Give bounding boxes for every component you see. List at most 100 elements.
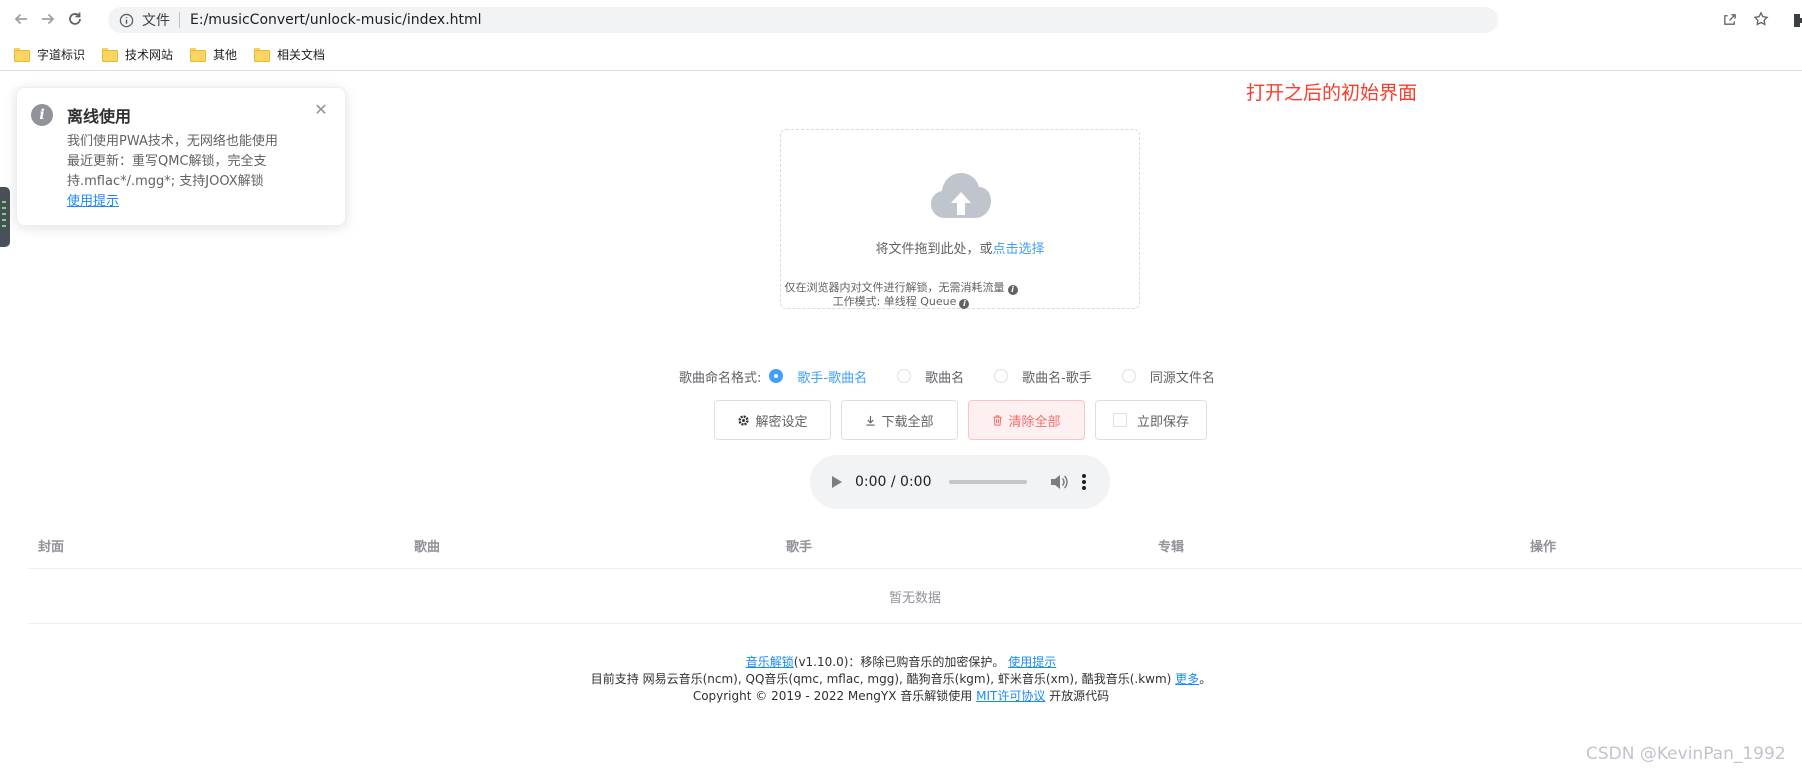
- folder-icon: [14, 48, 30, 62]
- download-all-button[interactable]: 下载全部: [841, 400, 958, 440]
- url-text[interactable]: E:/musicConvert/unlock-music/index.html: [190, 12, 482, 28]
- folder-icon: [254, 48, 271, 62]
- more-link[interactable]: 更多: [1175, 672, 1199, 686]
- bookmark-folder[interactable]: 字道标识: [14, 46, 85, 63]
- footer-line: 目前支持 网易云音乐(ncm), QQ音乐(qmc, mflac, mgg), …: [0, 671, 1802, 688]
- button-label: 下载全部: [881, 414, 934, 430]
- player-time: 0:00 / 0:00: [855, 474, 932, 490]
- offline-notification: i 离线使用 ✕ 我们使用PWA技术，无网络也能使用 最近更新：重写QMC解锁，…: [16, 87, 346, 226]
- share-icon: [1723, 13, 1736, 25]
- address-bar[interactable]: 文件 E:/musicConvert/unlock-music/index.ht…: [108, 7, 1498, 33]
- more-options-icon[interactable]: [1081, 474, 1087, 490]
- radio-artist-title[interactable]: 歌手-歌曲名: [769, 367, 867, 386]
- radio-dot: [897, 369, 912, 383]
- select-file-link[interactable]: 点击选择: [993, 242, 1045, 257]
- cloud-upload-icon: [931, 173, 991, 218]
- copyright-text: Copyright © 2019 - 2022 MengYX 音乐解锁使用: [692, 689, 973, 703]
- footer-line: 音乐解锁(v1.10.0)：移除已购音乐的加密保护。 使用提示: [0, 654, 1802, 671]
- watermark: CSDN @KevinPan_1992: [1586, 744, 1786, 764]
- license-link[interactable]: MIT许可协议: [976, 689, 1045, 703]
- radio-label: 歌曲名: [925, 370, 965, 386]
- extension-icon[interactable]: [1790, 8, 1802, 30]
- table-empty-state: 暂无数据: [28, 569, 1802, 624]
- decrypt-settings-button[interactable]: 解密设定: [714, 400, 831, 440]
- forward-button[interactable]: [37, 8, 59, 30]
- arrow-left-icon: [14, 13, 27, 25]
- page-content: i 离线使用 ✕ 我们使用PWA技术，无网络也能使用 最近更新：重写QMC解锁，…: [0, 72, 1802, 773]
- radio-label: 歌曲名-歌手: [1022, 370, 1092, 386]
- mode-tip: 工作模式: 单线程 Queue i: [0, 293, 1802, 309]
- bookmark-label: 相关文档: [277, 47, 326, 62]
- save-immediately-checkbox[interactable]: 立即保存: [1095, 400, 1207, 440]
- radio-title-artist[interactable]: 歌曲名-歌手: [994, 367, 1092, 386]
- radio-title[interactable]: 歌曲名: [897, 367, 964, 386]
- button-label: 清除全部: [1008, 414, 1061, 430]
- notification-body: 我们使用PWA技术，无网络也能使用 最近更新：重写QMC解锁，完全支持.mfla…: [67, 132, 329, 212]
- mode-tip-text: 工作模式: 单线程 Queue: [832, 295, 957, 308]
- radio-original-name[interactable]: 同源文件名: [1121, 367, 1215, 386]
- notification-line: 我们使用PWA技术，无网络也能使用: [67, 134, 278, 149]
- side-drawer-tab[interactable]: [0, 187, 10, 247]
- usage-tips-link[interactable]: 使用提示: [67, 194, 119, 209]
- bookmark-folder[interactable]: 相关文档: [254, 46, 325, 63]
- more-suffix: 。: [1199, 672, 1212, 686]
- usage-tips-link[interactable]: 使用提示: [1008, 655, 1056, 669]
- info-icon: i: [31, 104, 53, 126]
- radio-dot: [769, 369, 784, 383]
- seek-bar[interactable]: [948, 480, 1027, 484]
- footer-line: Copyright © 2019 - 2022 MengYX 音乐解锁使用 MI…: [0, 688, 1802, 705]
- reload-button[interactable]: [64, 8, 86, 30]
- bookmark-label: 字道标识: [37, 47, 86, 62]
- upload-hint: 将文件拖到此处，或点击选择: [781, 238, 1139, 257]
- audio-player: 0:00 / 0:00: [810, 455, 1110, 509]
- play-icon[interactable]: [832, 476, 842, 488]
- reload-icon: [69, 12, 81, 25]
- table-header: 封面 歌曲 歌手 专辑 操作: [28, 519, 1802, 569]
- bookmark-folder[interactable]: 技术网站: [102, 46, 173, 63]
- checkbox-label: 立即保存: [1136, 414, 1189, 430]
- download-icon: [865, 415, 876, 426]
- upload-hint-text: 将文件拖到此处，或: [875, 242, 993, 257]
- column-header: 封面: [38, 540, 65, 555]
- radio-label: 歌手-歌曲名: [797, 370, 868, 386]
- app-link[interactable]: 音乐解锁: [746, 655, 794, 669]
- column-header: 歌手: [786, 540, 813, 555]
- opensource-text: 开放源代码: [1049, 689, 1110, 703]
- clear-all-button[interactable]: 清除全部: [968, 400, 1085, 440]
- notification-title: 离线使用: [67, 107, 132, 126]
- column-header: 歌曲: [414, 540, 441, 555]
- music-table: 封面 歌曲 歌手 专辑 操作 暂无数据: [28, 519, 1802, 624]
- folder-icon: [102, 48, 119, 62]
- bookmarks-bar: 字道标识 技术网站 其他 相关文档: [0, 38, 1802, 71]
- info-icon[interactable]: [118, 12, 134, 28]
- button-label: 解密设定: [755, 414, 808, 430]
- close-icon[interactable]: ✕: [313, 102, 329, 118]
- bookmark-folder[interactable]: 其他: [190, 46, 237, 63]
- bookmark-label: 其他: [213, 47, 238, 62]
- browser-toolbar: 文件 E:/musicConvert/unlock-music/index.ht…: [0, 0, 1802, 38]
- trash-icon: [992, 414, 1003, 426]
- gear-icon: [737, 414, 750, 427]
- naming-format-label: 歌曲命名格式:: [679, 370, 762, 386]
- star-icon: [1753, 11, 1769, 26]
- radio-dot: [994, 369, 1009, 383]
- footer: 音乐解锁(v1.10.0)：移除已购音乐的加密保护。 使用提示 目前支持 网易云…: [0, 654, 1802, 705]
- scheme-label: 文件: [142, 13, 170, 29]
- bookmark-label: 技术网站: [125, 47, 174, 62]
- folder-icon: [190, 48, 207, 62]
- radio-label: 同源文件名: [1149, 370, 1215, 386]
- notification-line: 最近更新：重写QMC解锁，完全支持.mflac*/.mgg*; 支持JOOX解锁: [67, 154, 267, 189]
- radio-dot: [1121, 369, 1136, 383]
- back-button[interactable]: [10, 8, 32, 30]
- volume-icon[interactable]: [1049, 473, 1069, 491]
- share-button[interactable]: [1718, 8, 1740, 30]
- arrow-right-icon: [42, 13, 55, 25]
- help-icon[interactable]: i: [959, 299, 970, 309]
- naming-format-group: 歌曲命名格式: 歌手-歌曲名 歌曲名 歌曲名-歌手 同源文件名: [679, 366, 1245, 386]
- version-text: (v1.10.0)：移除已购音乐的加密保护。: [793, 655, 1005, 669]
- annotation-label: 打开之后的初始界面: [1246, 82, 1418, 104]
- divider: [179, 12, 180, 28]
- column-header: 操作: [1530, 540, 1557, 555]
- bookmark-star-button[interactable]: [1750, 8, 1772, 30]
- supported-formats: 目前支持 网易云音乐(ncm), QQ音乐(qmc, mflac, mgg), …: [590, 672, 1172, 686]
